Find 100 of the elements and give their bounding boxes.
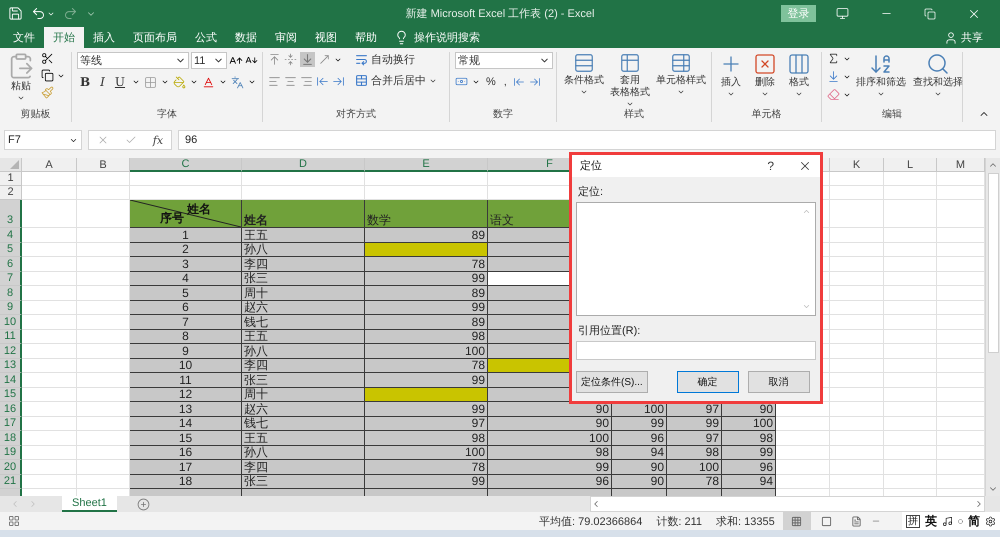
column-header[interactable]: E — [365, 158, 488, 172]
fill-color-icon[interactable] — [173, 76, 186, 88]
view-button[interactable] — [782, 512, 811, 530]
ime-mode[interactable]: 拼 — [906, 514, 920, 528]
row-header[interactable]: 12 — [0, 344, 22, 358]
column-header[interactable]: A — [22, 158, 77, 172]
editing-button[interactable]: 查找和选择 — [911, 52, 965, 98]
row-header[interactable] — [0, 489, 22, 496]
column-header[interactable]: C — [130, 158, 242, 172]
align-left-icon[interactable] — [268, 75, 281, 88]
restore-icon[interactable] — [924, 8, 936, 20]
row-header[interactable]: 18 — [0, 431, 22, 446]
ribbon-tab[interactable]: 数据 — [226, 27, 266, 48]
row-header[interactable]: 11 — [0, 330, 22, 344]
font-name-select[interactable]: 等线 — [77, 52, 189, 69]
row-header[interactable]: 2 — [0, 186, 22, 200]
increase-indent-icon[interactable] — [332, 75, 345, 88]
ribbon-tab[interactable]: 插入 — [84, 27, 124, 48]
ribbon-tab[interactable]: 文件 — [4, 27, 44, 48]
row-header[interactable]: 8 — [0, 286, 22, 300]
macro-record-icon[interactable] — [8, 515, 20, 527]
row-header[interactable]: 19 — [0, 446, 22, 460]
align-bottom-button[interactable] — [300, 52, 315, 67]
underline-button[interactable]: U — [112, 75, 128, 89]
row-header[interactable]: 4 — [0, 228, 22, 242]
row-header[interactable]: 10 — [0, 315, 22, 330]
currency-icon[interactable] — [455, 75, 468, 88]
row-header[interactable]: 13 — [0, 358, 22, 373]
dialog-button[interactable]: 定位条件(S)... — [576, 371, 648, 393]
row-header[interactable]: 14 — [0, 373, 22, 388]
horizontal-scrollbar[interactable] — [590, 496, 985, 512]
dialog-button[interactable]: 确定 — [676, 371, 739, 393]
share-button[interactable]: 共享 — [961, 30, 983, 45]
row-header[interactable]: 21 — [0, 474, 22, 489]
undo-icon[interactable] — [31, 6, 46, 21]
style-button[interactable]: 单元格样式 — [654, 52, 708, 96]
comma-button[interactable]: , — [502, 76, 509, 88]
note-icon[interactable] — [942, 516, 953, 526]
reference-field[interactable] — [576, 341, 816, 360]
column-header[interactable]: M — [937, 158, 985, 172]
ribbon-tab[interactable]: 开始 — [44, 27, 84, 48]
copy-icon[interactable] — [41, 69, 54, 82]
scissors-icon[interactable] — [41, 52, 54, 65]
align-center-icon[interactable] — [284, 75, 297, 88]
phonetic-icon[interactable] — [231, 76, 244, 88]
font-size-select[interactable]: 11 — [191, 52, 227, 69]
vertical-scrollbar[interactable] — [985, 158, 1000, 496]
paste-button[interactable]: 粘贴 — [5, 52, 37, 102]
italic-button[interactable]: I — [97, 75, 108, 89]
ribbon-tab[interactable]: 页面布局 — [124, 27, 186, 48]
column-header[interactable]: B — [77, 158, 130, 172]
number-format-select[interactable]: 常规 — [455, 52, 553, 69]
name-box[interactable]: F7 — [4, 130, 82, 150]
cells-button[interactable]: 插入 — [717, 52, 745, 98]
insert-function-button[interactable]: fx — [152, 134, 164, 146]
borders-icon[interactable] — [144, 76, 158, 88]
add-sheet-icon[interactable] — [136, 498, 150, 510]
column-header[interactable]: D — [242, 158, 365, 172]
cancel-icon[interactable] — [96, 134, 109, 146]
style-button[interactable]: 条件格式 — [562, 52, 606, 96]
row-header[interactable]: 9 — [0, 300, 22, 315]
row-header[interactable]: 7 — [0, 272, 22, 286]
row-header[interactable]: 16 — [0, 402, 22, 416]
tell-me-search[interactable]: 操作说明搜索 — [414, 30, 480, 45]
row-header[interactable]: 17 — [0, 416, 22, 431]
column-header[interactable]: L — [884, 158, 937, 172]
wrap-text-button[interactable]: 自动换行 — [353, 52, 439, 67]
style-button[interactable]: 套用 表格格式 — [608, 52, 652, 108]
formula-input[interactable]: 96 — [178, 130, 996, 150]
align-middle-icon[interactable] — [284, 53, 297, 66]
settings-icon[interactable] — [985, 516, 996, 526]
row-header[interactable]: 20 — [0, 460, 22, 474]
row-header[interactable]: 6 — [0, 257, 22, 272]
merge-center-button[interactable]: 合并后居中 — [353, 73, 439, 88]
save-icon[interactable] — [8, 6, 23, 21]
row-header[interactable]: 15 — [0, 388, 22, 402]
ribbon-tab[interactable]: 视图 — [306, 27, 346, 48]
ribbon-tab[interactable]: 帮助 — [346, 27, 386, 48]
decrease-decimal-icon[interactable] — [528, 76, 541, 88]
eraser-icon[interactable] — [827, 88, 840, 101]
font-color-icon[interactable] — [202, 76, 216, 88]
ribbon-display-icon[interactable] — [836, 7, 848, 20]
punctuation-icon[interactable] — [958, 518, 963, 524]
row-header[interactable]: 3 — [0, 200, 22, 228]
dialog-button[interactable]: 取消 — [748, 371, 810, 393]
fill-icon[interactable] — [827, 70, 840, 83]
column-header[interactable]: K — [830, 158, 884, 172]
sum-icon[interactable] — [827, 52, 840, 65]
ribbon-tab[interactable]: 公式 — [186, 27, 226, 48]
decrease-indent-icon[interactable] — [316, 75, 329, 88]
format-painter-icon[interactable] — [41, 86, 54, 99]
go-to-list[interactable] — [576, 202, 816, 316]
help-button[interactable]: ? — [767, 158, 774, 173]
cells-button[interactable]: 删除 — [751, 52, 779, 98]
enter-icon[interactable] — [124, 134, 137, 146]
ime-language[interactable]: 英 — [925, 512, 937, 530]
ime-script[interactable]: 简 — [968, 512, 980, 530]
increase-decimal-icon[interactable] — [512, 76, 525, 88]
align-right-icon[interactable] — [300, 75, 313, 88]
align-top-icon[interactable] — [268, 53, 281, 66]
